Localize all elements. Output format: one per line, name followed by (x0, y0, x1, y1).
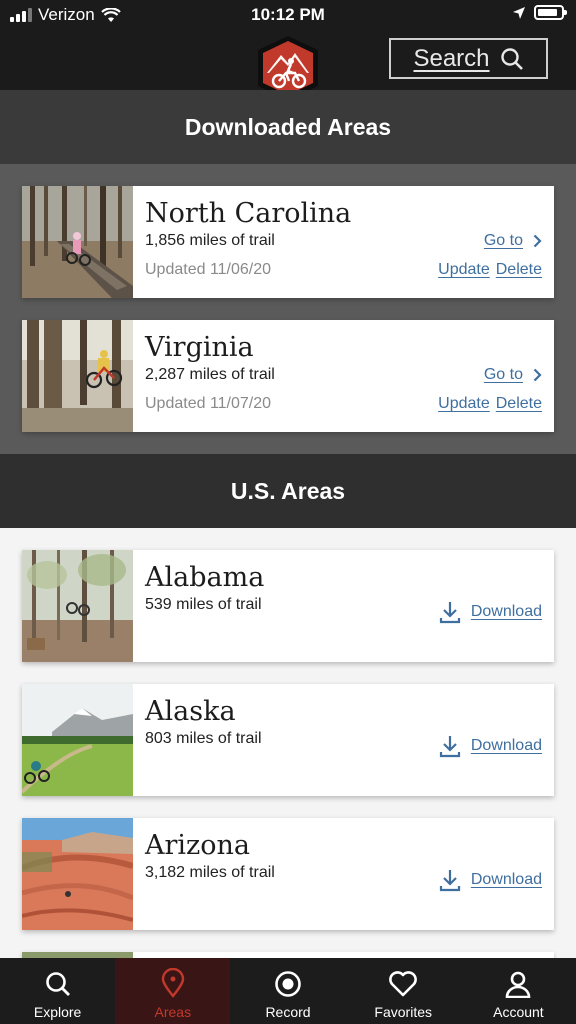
area-thumbnail (22, 550, 133, 662)
goto-label: Go to (483, 366, 523, 383)
download-label: Download (470, 603, 542, 620)
download-icon (439, 736, 460, 758)
search-button[interactable]: Search (389, 38, 548, 79)
area-card-alabama[interactable]: Alabama 539 miles of trail Download (22, 550, 554, 662)
delete-link[interactable]: Delete (496, 395, 542, 413)
tab-label: Account (493, 1004, 544, 1020)
updated-date: Updated 11/07/20 (145, 395, 272, 412)
app-header: Search (0, 30, 576, 100)
battery-icon (534, 5, 567, 20)
download-icon (439, 602, 460, 624)
map-pin-icon (161, 968, 184, 998)
tab-label: Record (265, 1004, 311, 1020)
chevron-right-icon (533, 368, 542, 382)
trail-miles: 803 miles of trail (145, 730, 262, 747)
trail-miles: 539 miles of trail (145, 596, 262, 613)
update-link[interactable]: Update (438, 261, 490, 279)
area-card-virginia[interactable]: Virginia 2,287 miles of trail Updated 11… (22, 320, 554, 432)
updated-date: Updated 11/06/20 (145, 261, 272, 278)
update-link[interactable]: Update (438, 395, 490, 413)
tab-label: Favorites (374, 1004, 432, 1020)
download-label: Download (470, 737, 542, 754)
clock: 10:12 PM (251, 5, 325, 24)
tab-favorites[interactable]: Favorites (346, 958, 461, 1024)
area-thumbnail (22, 320, 133, 432)
location-arrow-icon (513, 6, 525, 19)
goto-label: Go to (483, 232, 523, 249)
area-name: Arizona (145, 830, 251, 861)
heart-icon (389, 971, 418, 997)
downloaded-areas-title: Downloaded Areas (0, 90, 576, 164)
download-icon (439, 870, 460, 892)
trail-miles: 2,287 miles of trail (145, 366, 275, 383)
user-icon (506, 971, 531, 998)
us-areas-title: U.S. Areas (0, 454, 576, 528)
tab-label: Areas (154, 1004, 192, 1020)
tab-explore[interactable]: Explore (0, 958, 115, 1024)
area-name: North Carolina (145, 198, 352, 229)
area-name: Alabama (145, 562, 265, 593)
tab-record[interactable]: Record (230, 958, 345, 1024)
delete-link[interactable]: Delete (496, 261, 542, 279)
record-icon (275, 971, 301, 997)
tab-account[interactable]: Account (461, 958, 576, 1024)
area-thumbnail (22, 818, 133, 930)
trail-miles: 3,182 miles of trail (145, 864, 275, 881)
trail-miles: 1,856 miles of trail (145, 232, 275, 249)
goto-link[interactable]: Go to (484, 366, 542, 384)
download-button[interactable]: Download (439, 734, 542, 758)
area-card-alaska[interactable]: Alaska 803 miles of trail Download (22, 684, 554, 796)
search-button-label: Search (413, 44, 490, 72)
download-button[interactable]: Download (439, 868, 542, 892)
area-name: Virginia (145, 332, 254, 363)
area-thumbnail (22, 684, 133, 796)
status-bar: Verizon 10:12 PM (0, 0, 576, 30)
area-thumbnail (22, 186, 133, 298)
area-card-north-carolina[interactable]: North Carolina 1,856 miles of trail Upda… (22, 186, 554, 298)
goto-link[interactable]: Go to (484, 232, 542, 250)
tab-bar: Explore Areas Record Favorites Account (0, 958, 576, 1024)
chevron-right-icon (533, 234, 542, 248)
search-icon (500, 47, 523, 70)
area-card-arizona[interactable]: Arizona 3,182 miles of trail Download (22, 818, 554, 930)
download-button[interactable]: Download (439, 600, 542, 624)
tab-label: Explore (33, 1004, 82, 1020)
tab-areas[interactable]: Areas (115, 958, 231, 1024)
search-icon (45, 972, 70, 996)
area-name: Alaska (145, 696, 236, 727)
download-label: Download (470, 871, 542, 888)
